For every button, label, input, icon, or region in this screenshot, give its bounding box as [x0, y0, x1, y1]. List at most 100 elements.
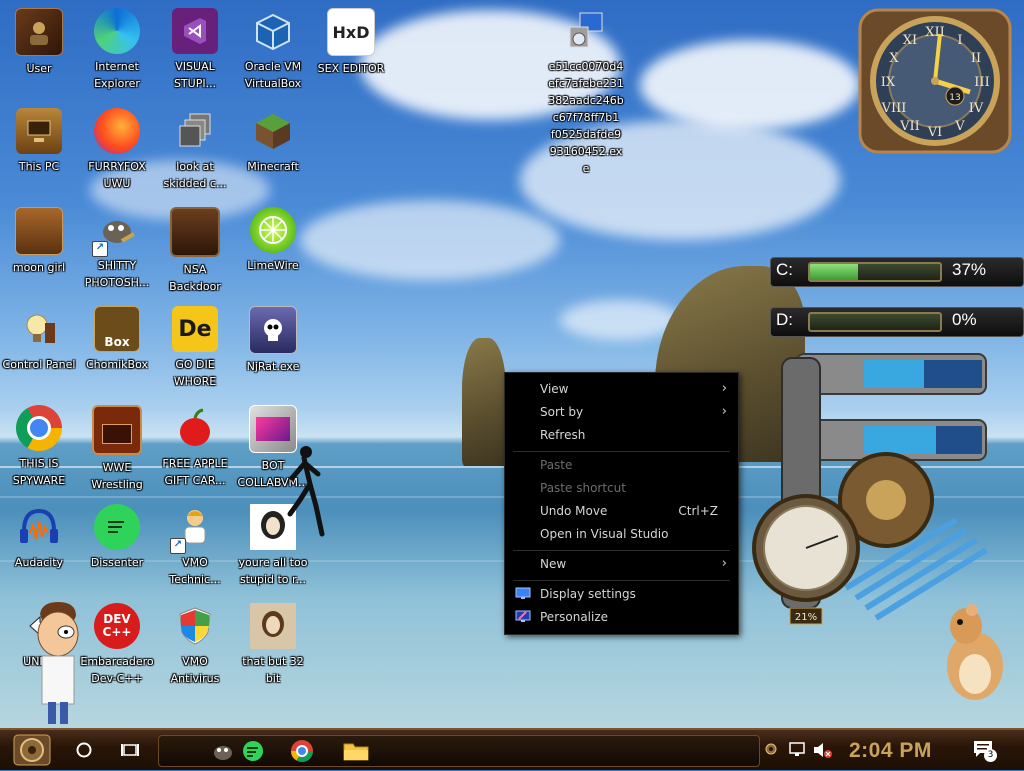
desktop-icon-label: FURRYFOX UWU [88, 160, 146, 190]
task-view-button[interactable] [114, 730, 146, 770]
drive-usage-fill [810, 264, 859, 280]
desktop-context-menu: View › Sort by › Refresh Paste Paste sho… [504, 372, 739, 635]
svg-text:VI: VI [927, 125, 943, 140]
chrome-icon [16, 405, 62, 451]
menu-item-paste[interactable]: Paste [505, 454, 738, 476]
svg-text:XII: XII [925, 25, 945, 40]
desktop-icon-vmo-technician[interactable]: ↗ VMO Technic... [156, 498, 234, 594]
menu-item-label: Paste [540, 458, 573, 472]
desktop-icon-label: VMO Antivirus [170, 655, 220, 685]
menu-item-personalize[interactable]: Personalize [505, 606, 738, 628]
menu-item-new[interactable]: New › [505, 553, 738, 575]
menu-item-view[interactable]: View › [505, 378, 738, 400]
search-button[interactable] [68, 730, 100, 770]
menu-item-display-settings[interactable]: Display settings [505, 583, 738, 605]
gimp-icon [214, 746, 232, 760]
desktop-icon-this-pc[interactable]: This PC [0, 102, 78, 198]
desktop-icon-limewire[interactable]: LimeWire [234, 201, 312, 297]
desktop-icon-photoshop[interactable]: ↗ SHITTY PHOTOSH... [78, 201, 156, 297]
desktop-icon-furryfox[interactable]: FURRYFOX UWU [78, 102, 156, 198]
drive-usage-percent: 0% [952, 310, 977, 329]
drive-letter: D: [776, 310, 793, 329]
desktop-icon-dissenter[interactable]: Dissenter [78, 498, 156, 594]
menu-item-open-in-visual-studio[interactable]: Open in Visual Studio [505, 523, 738, 545]
desktop-icon-label: Audacity [14, 556, 64, 569]
menu-item-label: Sort by [540, 405, 584, 419]
drive-usage-track [808, 262, 942, 282]
edge-icon [94, 8, 140, 54]
runner-silhouette [287, 446, 325, 537]
desktop-icon-minecraft[interactable]: Minecraft [234, 102, 312, 198]
technician-icon: ↗ [170, 504, 218, 554]
svg-text:IV: IV [969, 101, 984, 116]
network-icon[interactable] [788, 741, 808, 759]
desktop-icon-njrat[interactable]: NjRat.exe [234, 300, 312, 396]
desktop-icon-label: THIS IS SPYWARE [12, 457, 66, 487]
audacity-icon [16, 504, 62, 550]
start-button[interactable] [6, 730, 58, 770]
menu-item-label: Refresh [540, 428, 586, 442]
volume-muted-icon[interactable] [812, 741, 834, 759]
menu-item-label: View [540, 382, 569, 396]
lightbulb-icon [16, 306, 62, 352]
desktop-icon-audacity[interactable]: Audacity [0, 498, 78, 594]
desktop-icon-spyware[interactable]: THIS IS SPYWARE [0, 399, 78, 495]
portrait-icon [250, 603, 296, 649]
de-icon: De [172, 306, 218, 352]
svg-text:V: V [954, 119, 965, 134]
virtualbox-icon [250, 8, 296, 54]
menu-item-shortcut: Ctrl+Z [678, 504, 718, 518]
skull-icon [249, 306, 297, 354]
menu-item-label: Undo Move [540, 504, 608, 518]
taskbar-app-file-explorer[interactable] [339, 731, 373, 771]
chat-bubble-icon [243, 741, 263, 761]
hex-editor-icon: HxD [327, 8, 375, 56]
drive-letter: C: [776, 260, 793, 279]
menu-item-sort-by[interactable]: Sort by › [505, 401, 738, 423]
desktop-icon-hex-editor[interactable]: HxD SEX EDITOR [312, 2, 390, 98]
oven-icon [92, 405, 142, 455]
desktop-icon-label: Minecraft [247, 160, 299, 173]
computer-icon [16, 108, 62, 154]
desktop-icon-virtualbox[interactable]: Oracle VM VirtualBox [234, 2, 312, 98]
visual-studio-icon [172, 8, 218, 54]
tray-gear-icon[interactable] [764, 742, 778, 756]
drive-d-meter: D: 0% [740, 305, 1024, 337]
taskbar-app-chrome[interactable] [285, 731, 319, 771]
desktop-icon-internet-explorer[interactable]: Internet Explorer [78, 2, 156, 98]
menu-item-refresh[interactable]: Refresh [505, 424, 738, 446]
svg-text:II: II [971, 51, 981, 66]
menu-item-paste-shortcut[interactable]: Paste shortcut [505, 477, 738, 499]
desktop-icon-that-but-32-bit[interactable]: that but 32 bit [234, 597, 312, 693]
submenu-arrow-icon: › [721, 556, 727, 571]
menu-item-undo-move[interactable]: Undo Move Ctrl+Z [505, 500, 738, 522]
desktop-icon-user[interactable]: User [0, 2, 78, 98]
desktop-icon-vmo-antivirus[interactable]: VMO Antivirus [156, 597, 234, 693]
desktop-icon-label: FREE APPLE GIFT CAR... [162, 457, 228, 487]
folder-icon [343, 743, 369, 761]
desktop-icon-go-die[interactable]: De GO DIE WHORE [156, 300, 234, 396]
desktop-icon-moon-girl[interactable]: moon girl [0, 201, 78, 297]
submenu-arrow-icon: › [721, 381, 727, 396]
desktop-icon-label: Embarcadero Dev-C++ [80, 655, 154, 685]
desktop-icon-visual-studio[interactable]: VISUAL STUPI... [156, 2, 234, 98]
desktop-icon-exe-file[interactable]: e51cc0070d4 efc7afebe231 382aadc246b c67… [546, 2, 626, 182]
desktop-icon-devcpp[interactable]: DEV C++ Embarcadero Dev-C++ [78, 597, 156, 693]
desktop-icon-apple-gift[interactable]: FREE APPLE GIFT CAR... [156, 399, 234, 495]
svg-text:VII: VII [899, 119, 920, 134]
action-center-button[interactable]: 3 [972, 739, 997, 762]
menu-item-label: Open in Visual Studio [540, 527, 669, 541]
desktop-icon-nsa-backdoor[interactable]: NSA Backdoor [156, 201, 234, 297]
svg-text:IX: IX [881, 75, 896, 90]
user-folder-icon [15, 8, 63, 56]
desktop-icon-label: NSA Backdoor [169, 263, 221, 293]
taskbar-app-dissenter[interactable] [237, 731, 269, 771]
desktop-icon-wwe[interactable]: WWE Wrestling [78, 399, 156, 495]
desktop-icon-control-panel[interactable]: Control Panel [0, 300, 78, 396]
svg-text:XI: XI [903, 33, 917, 48]
desktop-icon-skidded[interactable]: look at skidded c... [156, 102, 234, 198]
desktop-icon-label: SEX EDITOR [317, 62, 385, 75]
firefox-icon [94, 108, 140, 154]
taskbar-clock[interactable]: 2:04 PM [849, 739, 932, 763]
desktop-icon-chomikbox[interactable]: Box ChomikBox [78, 300, 156, 396]
